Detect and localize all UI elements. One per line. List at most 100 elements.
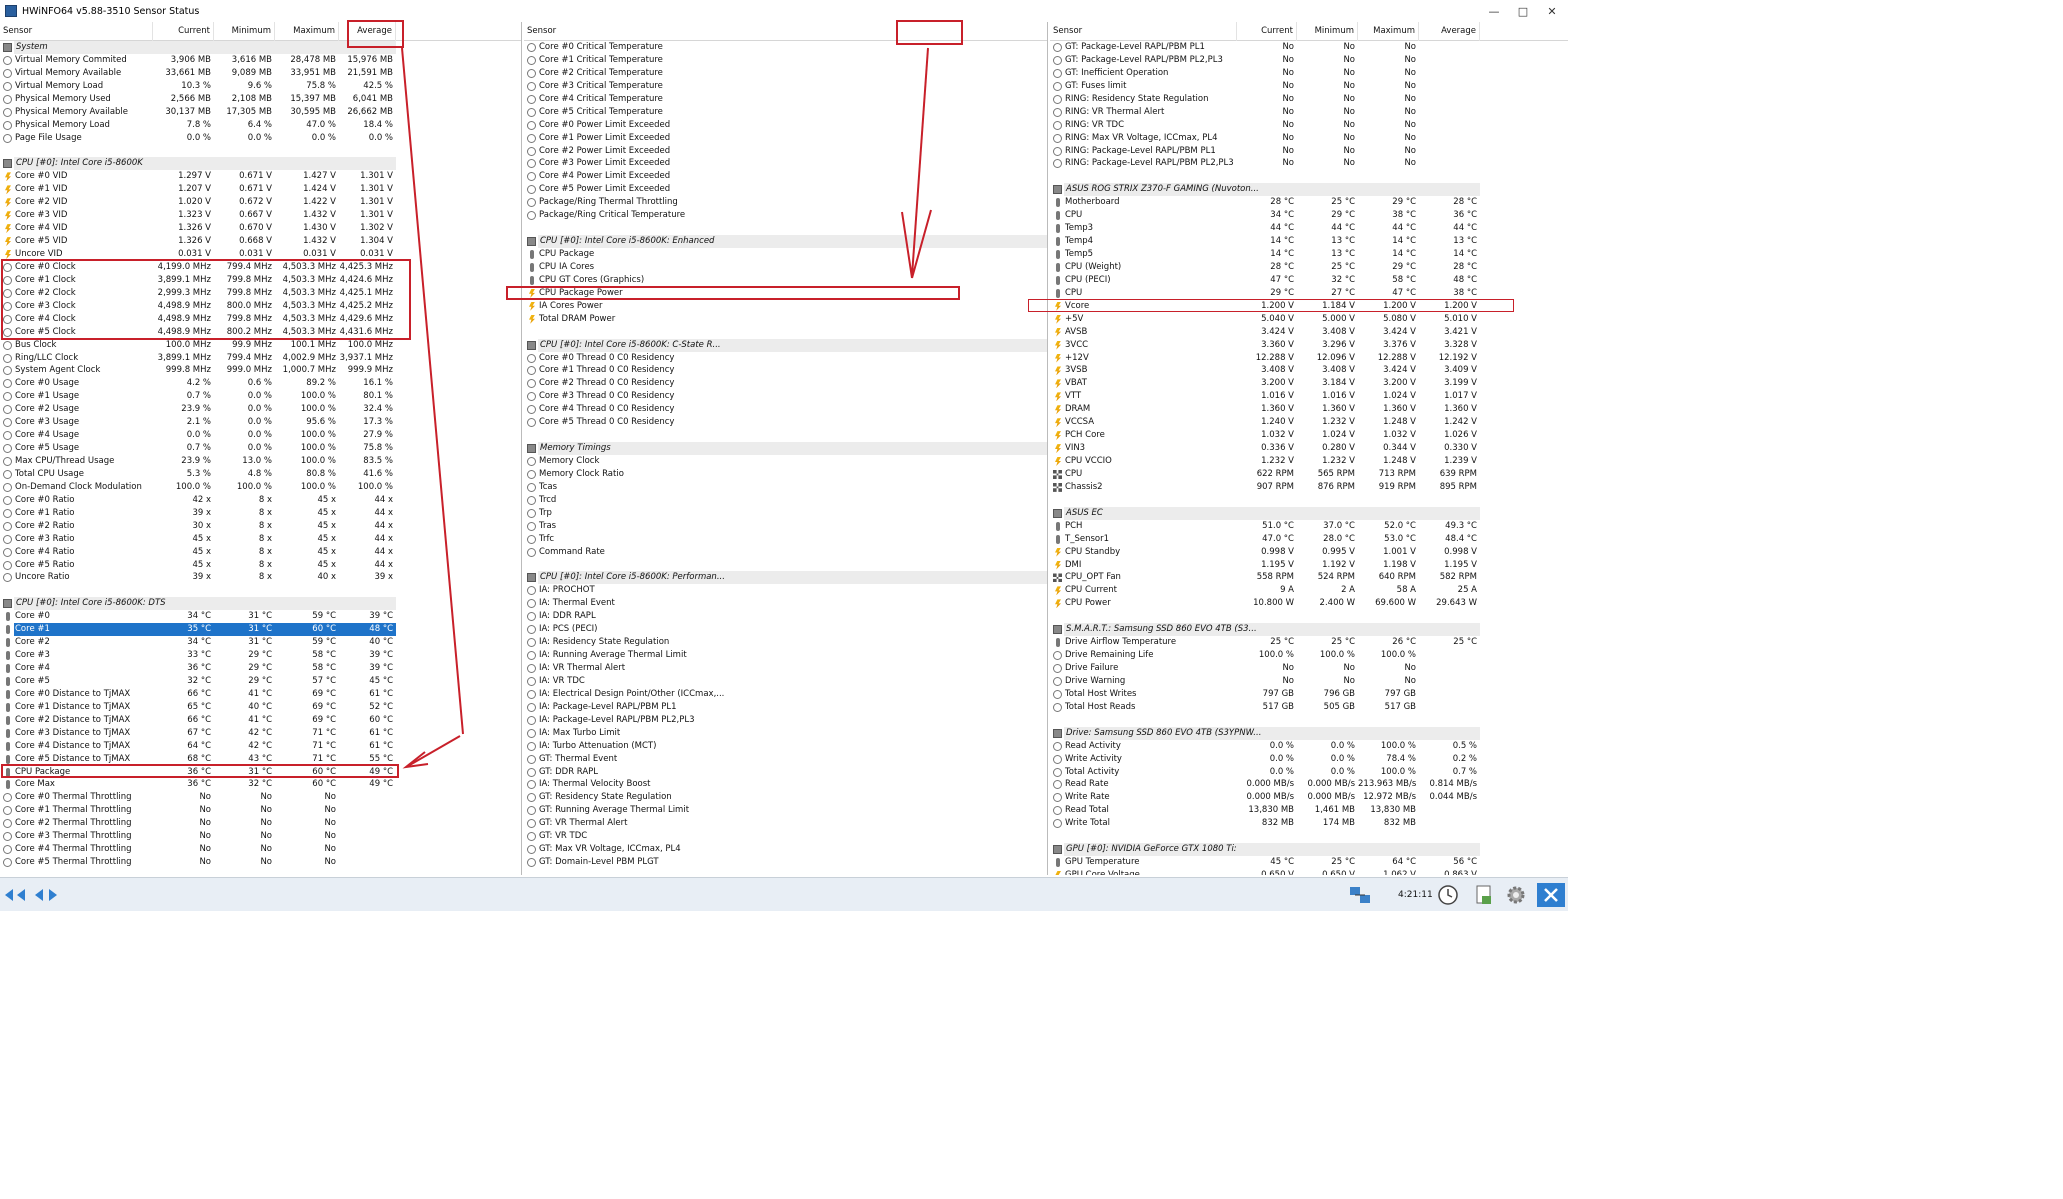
sensor-row[interactable]: CPU 622 RPM 565 RPM 713 RPM 639 RPM xyxy=(1050,468,1568,481)
sensor-row[interactable]: GT: DDR RAPLNoNoNo xyxy=(524,766,1047,779)
sensor-row[interactable]: CPU Package Power24.012 W14.579 W60.801 … xyxy=(524,287,1047,300)
sensor-row[interactable]: +5V 5.040 V 5.000 V 5.080 V 5.010 V xyxy=(1050,313,1568,326)
sensor-row[interactable]: Core #5 Power Limit ExceededNoNoNo xyxy=(524,183,1047,196)
sensor-row[interactable]: IA: DDR RAPLNoNoNo xyxy=(524,610,1047,623)
sensor-row[interactable]: IA: VR Thermal AlertNoNoNo xyxy=(524,662,1047,675)
sensor-row[interactable]: Core #5 Critical TemperatureNoNoNo xyxy=(524,106,1047,119)
sensor-row[interactable]: GT: Fuses limit No No No xyxy=(1050,80,1568,93)
sensor-row[interactable]: Package/Ring Critical TemperatureNoNoNo xyxy=(524,209,1047,222)
sensor-row[interactable]: Core #3 33 °C 29 °C 58 °C 39 °C xyxy=(0,649,521,662)
sensor-group-header[interactable]: GPU [#0]: NVIDIA GeForce GTX 1080 Ti: xyxy=(1050,843,1568,857)
sensor-row[interactable]: Core #0 Critical TemperatureNoNoNo xyxy=(524,41,1047,54)
sensor-group-header[interactable]: Drive: Samsung SSD 860 EVO 4TB (S3YPNW..… xyxy=(1050,726,1568,740)
sensor-row[interactable]: IA: Residency State RegulationNoNoNo xyxy=(524,636,1047,649)
sensor-row[interactable]: Core #0 34 °C 31 °C 59 °C 39 °C xyxy=(0,610,521,623)
sensor-row[interactable]: Core #5 Distance to TjMAX 68 °C 43 °C 71 °C… xyxy=(0,753,521,766)
sensor-row[interactable]: Core #4 Thermal Throttling No No No xyxy=(0,843,521,856)
report-icon[interactable] xyxy=(1470,883,1498,907)
sensor-row[interactable]: Uncore Ratio 39 x 8 x 40 x 39 x xyxy=(0,571,521,584)
sensor-row[interactable]: IA: Thermal Velocity BoostNoNoNo xyxy=(524,778,1047,791)
sensor-row[interactable]: Core #0 Thread 0 C0 Residency4.3 %3.0 %8… xyxy=(524,352,1047,365)
sensor-row[interactable]: CPU GT Cores (Graphics)32 °C29 °C35 °C35… xyxy=(524,274,1047,287)
sensor-row[interactable]: Core #4 Power Limit ExceededNoNoNo xyxy=(524,170,1047,183)
sensor-row[interactable]: Core #3 Clock 4,498.9 MHz 800.0 MHz 4,503.3… xyxy=(0,300,521,313)
sensor-group-header[interactable]: CPU [#0]: Intel Core i5-8600K xyxy=(0,157,521,171)
sensor-row[interactable]: Max CPU/Thread Usage 23.9 % 13.0 % 100.0 % 8… xyxy=(0,455,521,468)
sensor-row[interactable]: PCH 51.0 °C 37.0 °C 52.0 °C 49.3 °C xyxy=(1050,520,1568,533)
sensor-row[interactable]: Chassis2 907 RPM 876 RPM 919 RPM 895 RPM xyxy=(1050,481,1568,494)
sensor-row[interactable]: Ring/LLC Clock 3,899.1 MHz 799.4 MHz 4,002.… xyxy=(0,352,521,365)
sensor-row[interactable]: IA: Package-Level RAPL/PBM PL2,PL3NoNoNo xyxy=(524,714,1047,727)
sensor-row[interactable]: Total Host Writes 797 GB 796 GB 797 GB xyxy=(1050,688,1568,701)
sensor-row[interactable]: Core Max 36 °C 32 °C 60 °C 49 °C xyxy=(0,778,521,791)
sensor-row[interactable]: Write Total 832 MB 174 MB 832 MB xyxy=(1050,817,1568,830)
sensor-group-header[interactable]: Memory Timings xyxy=(524,442,1047,455)
collapse-arrows-icon[interactable] xyxy=(2,883,30,907)
sensor-row[interactable]: IA: VR TDCNoNoNo xyxy=(524,675,1047,688)
sensor-row[interactable]: Drive Failure No No No xyxy=(1050,662,1568,675)
sensor-row[interactable]: Core #0 Usage 4.2 % 0.6 % 89.2 % 16.1 % xyxy=(0,377,521,390)
sensor-row[interactable]: IA: Electrical Design Point/Other (ICCma… xyxy=(524,688,1047,701)
sensor-row[interactable]: Tcas16 T16 T16 T xyxy=(524,481,1047,494)
sensor-row[interactable]: Read Rate 0.000 MB/s 0.000 MB/s 213.963 MB/… xyxy=(1050,778,1568,791)
sensor-row[interactable]: Core #3 Thread 0 C0 Residency3.5 %0.2 %9… xyxy=(524,390,1047,403)
sensor-row[interactable]: Core #2 Ratio 30 x 8 x 45 x 44 x xyxy=(0,520,521,533)
sensor-row[interactable]: +12V 12.288 V 12.096 V 12.288 V 12.192 V xyxy=(1050,352,1568,365)
sensor-row[interactable]: GT: VR TDCNoNoNo xyxy=(524,830,1047,843)
sensor-row[interactable]: GPU Temperature 45 °C 25 °C 64 °C 56 °C xyxy=(1050,856,1568,869)
sensor-row[interactable]: Core #5 VID 1.326 V 0.668 V 1.432 V 1.304 V xyxy=(0,235,521,248)
sensor-row[interactable]: IA: Running Average Thermal LimitNoNoNo xyxy=(524,649,1047,662)
sensor-row[interactable]: Trcd18 T18 T18 T xyxy=(524,494,1047,507)
sensor-row[interactable]: GT: VR Thermal AlertNoNoNo xyxy=(524,817,1047,830)
sensor-row[interactable]: GT: Running Average Thermal LimitNoNoNo xyxy=(524,804,1047,817)
sensor-row[interactable]: AVSB 3.424 V 3.408 V 3.424 V 3.421 V xyxy=(1050,326,1568,339)
close-button[interactable]: ✕ xyxy=(1534,0,1570,22)
sensor-row[interactable]: Core #1 Ratio 39 x 8 x 45 x 44 x xyxy=(0,507,521,520)
sensor-row[interactable]: RING: Residency State Regulation No No No xyxy=(1050,93,1568,106)
sensor-row[interactable]: Core #0 Ratio 42 x 8 x 45 x 44 x xyxy=(0,494,521,507)
sensor-row[interactable]: Drive Airflow Temperature 25 °C 25 °C 26 °C… xyxy=(1050,636,1568,649)
sensor-row[interactable]: CPU IA Cores35 °C31 °C60 °C49 °C xyxy=(524,261,1047,274)
sensor-row[interactable]: Command Rate2 T2 T2 T xyxy=(524,546,1047,559)
sensor-row[interactable]: IA: Thermal EventNoNoNo xyxy=(524,597,1047,610)
sensor-row[interactable]: Core #5 Usage 0.7 % 0.0 % 100.0 % 75.8 % xyxy=(0,442,521,455)
sensor-row[interactable]: Core #4 VID 1.326 V 0.670 V 1.430 V 1.302 V xyxy=(0,222,521,235)
sensor-row[interactable]: Physical Memory Load 7.8 % 6.4 % 47.0 % 18.4… xyxy=(0,119,521,132)
column-header-average[interactable]: Average xyxy=(1419,22,1480,41)
column-header-maximum[interactable]: Maximum xyxy=(1358,22,1419,41)
sensor-row[interactable]: CPU Standby 0.998 V 0.995 V 1.001 V 0.998 V xyxy=(1050,546,1568,559)
column-header-current[interactable]: Current xyxy=(153,22,214,41)
sensor-row[interactable]: Read Total 13,830 MB 1,461 MB 13,830 MB xyxy=(1050,804,1568,817)
sensor-row[interactable]: Core #1 35 °C 31 °C 60 °C 48 °C xyxy=(0,623,521,637)
sensor-row[interactable]: GT: Max VR Voltage, ICCmax, PL4NoNoNo xyxy=(524,843,1047,856)
sensor-row[interactable]: Trp18 T18 T18 T xyxy=(524,507,1047,520)
column-header-sensor[interactable]: Sensor xyxy=(0,22,153,41)
sensor-row[interactable]: Core #5 32 °C 29 °C 57 °C 45 °C xyxy=(0,675,521,688)
sensor-row[interactable]: Core #4 Usage 0.0 % 0.0 % 100.0 % 27.9 % xyxy=(0,429,521,442)
sensor-row[interactable]: IA: Max Turbo LimitNoNoNo xyxy=(524,727,1047,740)
sensor-row[interactable]: Core #2 Thread 0 C0 Residency36.0 %0.2 %… xyxy=(524,377,1047,390)
sensor-group-header[interactable]: S.M.A.R.T.: Samsung SSD 860 EVO 4TB (S3.… xyxy=(1050,623,1568,637)
sensor-row[interactable]: Core #2 Power Limit ExceededNoNoNo xyxy=(524,145,1047,158)
sensor-row[interactable]: GT: Package-Level RAPL/PBM PL2,PL3 No No No xyxy=(1050,54,1568,67)
column-header-average[interactable]: Average xyxy=(339,22,396,41)
sensor-row[interactable]: Core #5 Thermal Throttling No No No xyxy=(0,856,521,869)
sensor-row[interactable]: Core #4 Ratio 45 x 8 x 45 x 44 x xyxy=(0,546,521,559)
sensor-row[interactable]: Vcore 1.200 V 1.184 V 1.200 V 1.200 V xyxy=(1050,300,1568,313)
sensor-row[interactable]: Core #3 Usage 2.1 % 0.0 % 95.6 % 17.3 % xyxy=(0,416,521,429)
sensor-row[interactable]: Memory Clock1,599.6 MHz1,598.4 MHz1,601.… xyxy=(524,455,1047,468)
sensor-row[interactable]: RING: Package-Level RAPL/PBM PL1 No No No xyxy=(1050,145,1568,158)
network-icon[interactable] xyxy=(1346,883,1374,907)
sensor-row[interactable]: Bus Clock 100.0 MHz 99.9 MHz 100.1 MHz 100.0… xyxy=(0,339,521,352)
sensor-row[interactable]: RING: VR TDC No No No xyxy=(1050,119,1568,132)
sensor-row[interactable]: Core #3 Ratio 45 x 8 x 45 x 44 x xyxy=(0,533,521,546)
close-sensors-icon[interactable] xyxy=(1537,883,1565,907)
sensor-panel-right[interactable]: Sensor Current Minimum Maximum Average GT: Pa… xyxy=(1050,22,1568,875)
sensor-row[interactable]: IA: PROCHOTNoNoNo xyxy=(524,584,1047,597)
sensor-row[interactable]: System Agent Clock 999.8 MHz 999.0 MHz 1,00… xyxy=(0,364,521,377)
column-header-minimum[interactable]: Minimum xyxy=(1297,22,1358,41)
sensor-row[interactable]: Virtual Memory Commited 3,906 MB 3,616 MB 2… xyxy=(0,54,521,67)
sensor-row[interactable]: Core #1 Distance to TjMAX 65 °C 40 °C 69 °C… xyxy=(0,701,521,714)
sensor-row[interactable]: Write Rate 0.000 MB/s 0.000 MB/s 12.972 MB/… xyxy=(1050,791,1568,804)
sensor-row[interactable]: On-Demand Clock Modulation 100.0 % 100.0 %… xyxy=(0,481,521,494)
